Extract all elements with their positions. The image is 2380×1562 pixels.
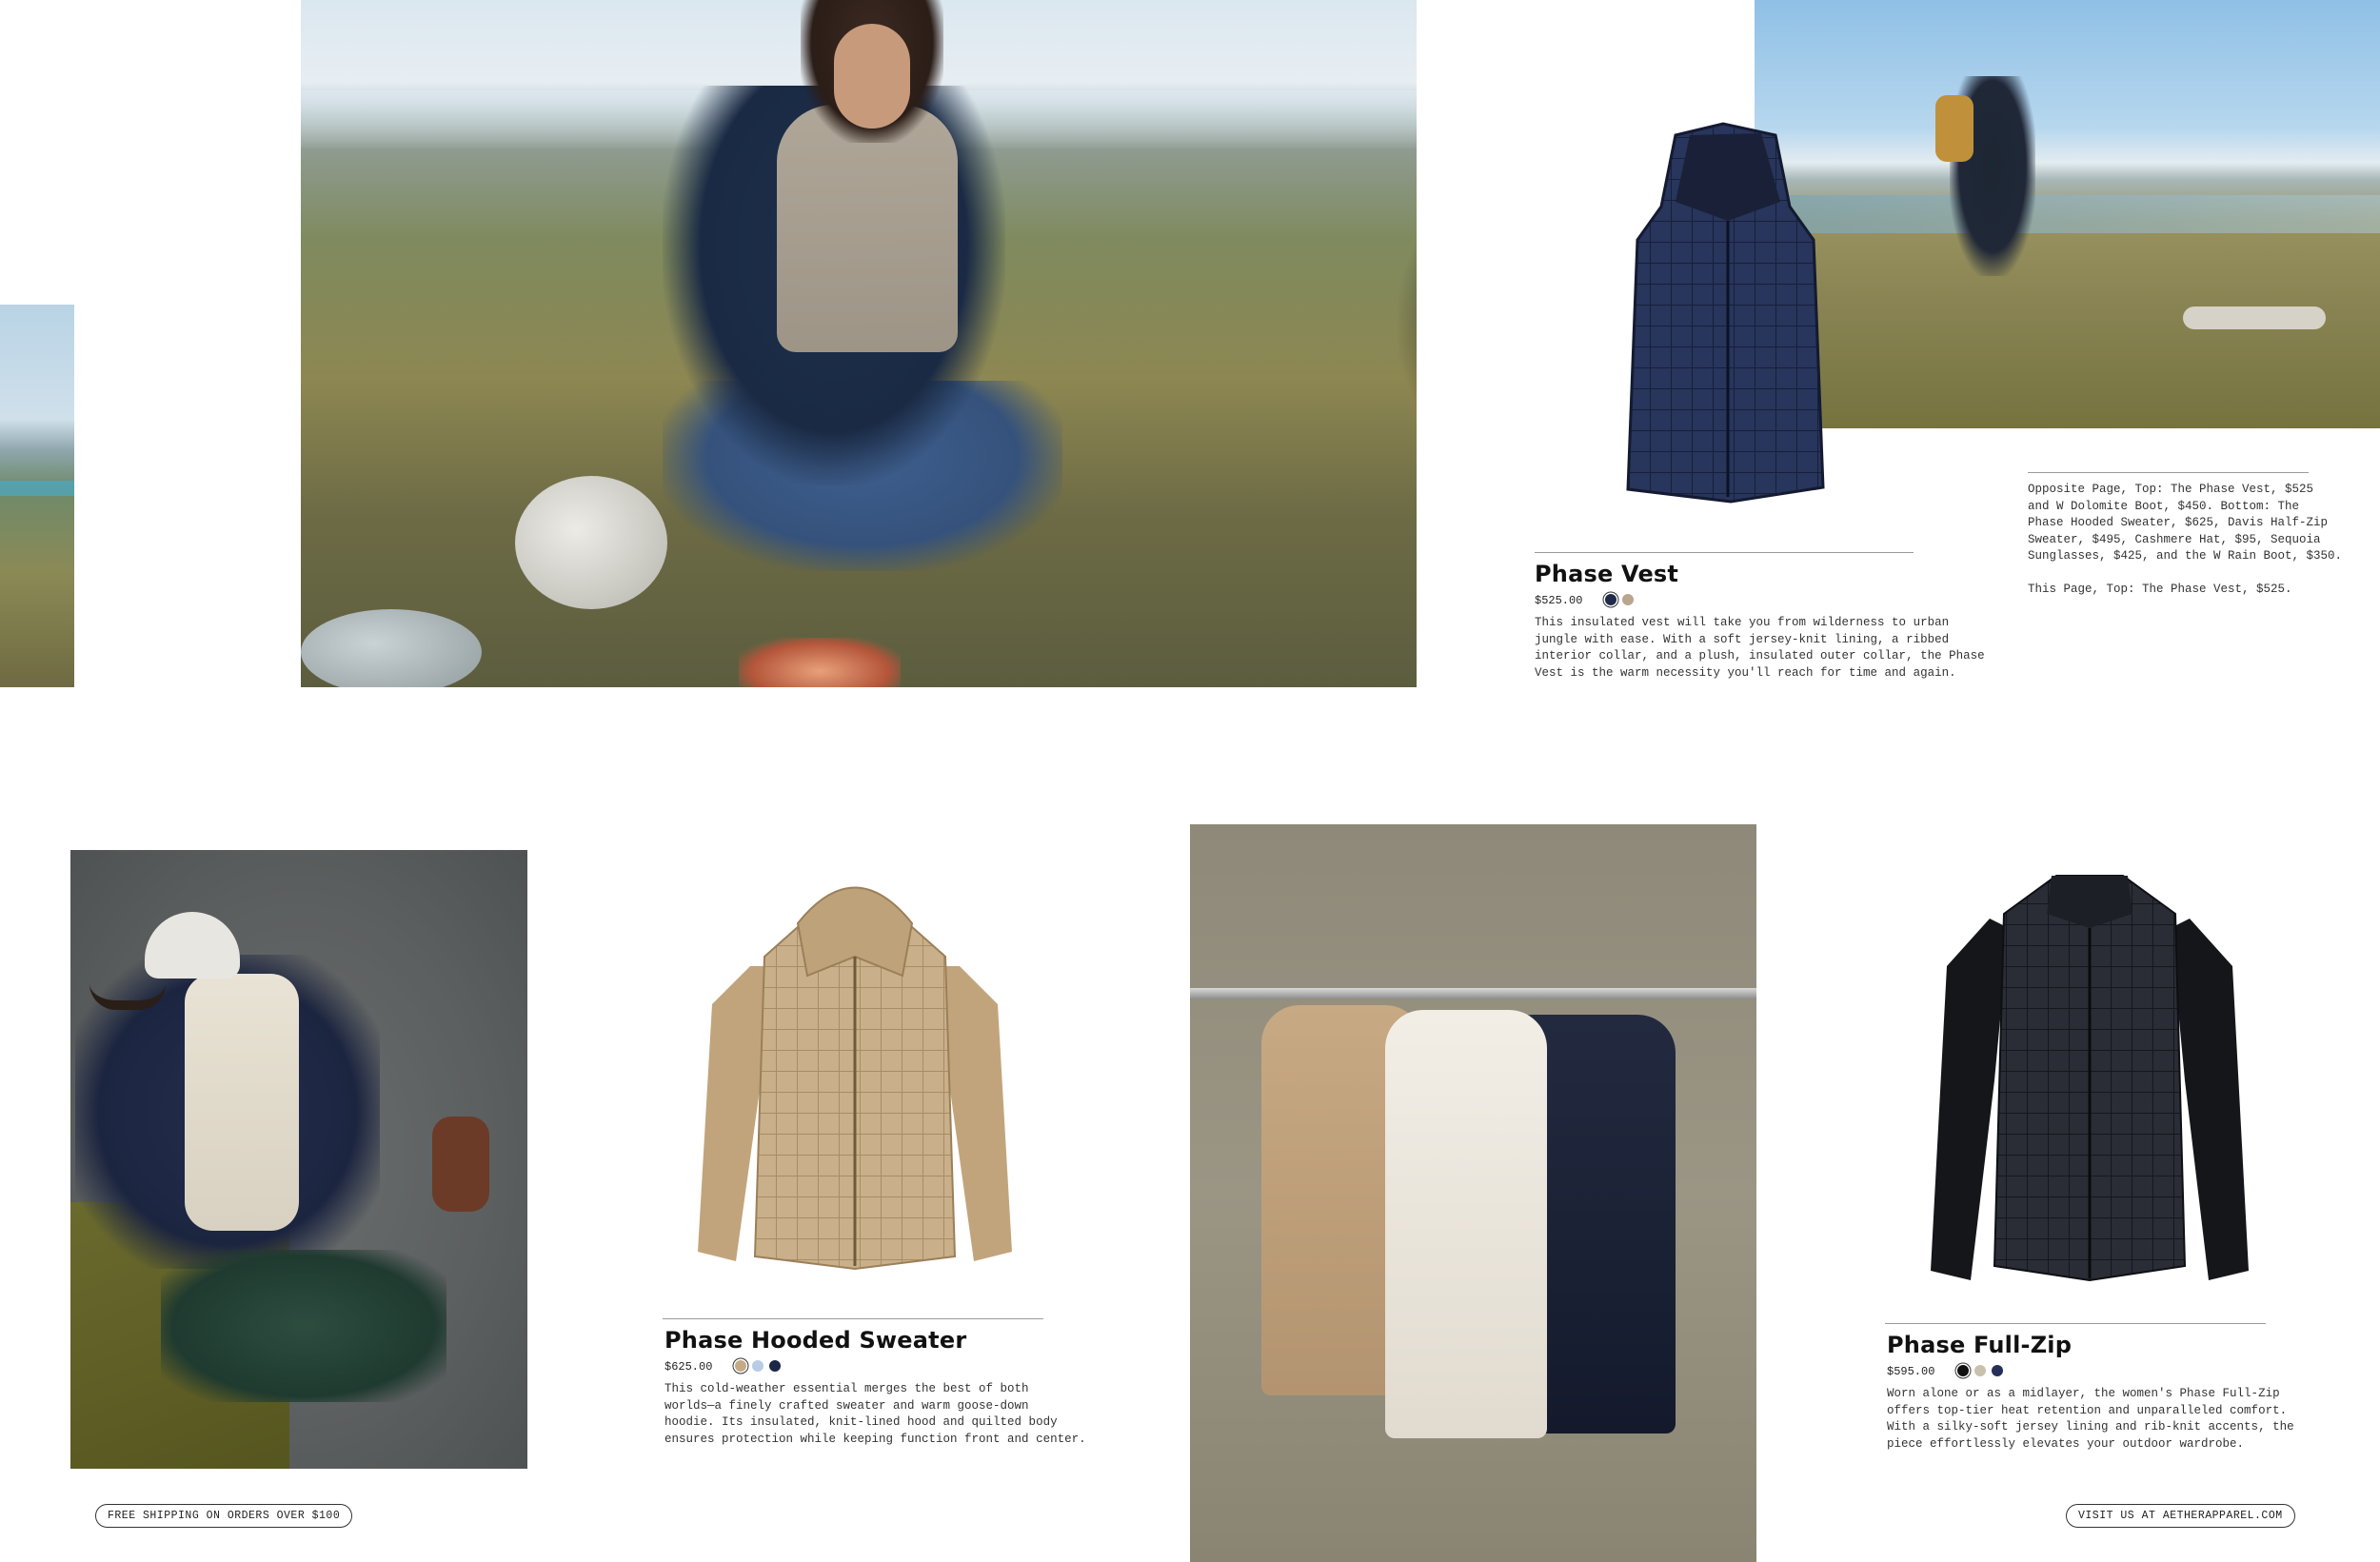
color-swatches-phase-full-zip <box>1957 1365 2003 1376</box>
fullzip-graphic <box>1931 875 2249 1282</box>
swatch-navy[interactable] <box>1605 594 1616 605</box>
product-price-phase-vest: $525.00 <box>1535 594 1583 607</box>
hoodie-graphic <box>698 886 1012 1271</box>
divider-phase-hooded-sweater <box>663 1318 1043 1319</box>
hero-photo-woman-lighting-match <box>301 0 1417 687</box>
product-price-phase-hooded-sweater: $625.00 <box>664 1360 713 1374</box>
phase-vest-image[interactable] <box>1609 116 1842 508</box>
landscape-photo-sliver <box>0 305 74 687</box>
hiker-photo <box>1755 0 2380 428</box>
photo-caption: Opposite Page, Top: The Phase Vest, $525… <box>2028 483 2343 596</box>
divider-phase-vest <box>1535 552 1914 553</box>
product-name-phase-full-zip[interactable]: Phase Full-Zip <box>1887 1332 2072 1358</box>
product-price-phase-full-zip: $595.00 <box>1887 1365 1935 1378</box>
divider-phase-full-zip <box>1885 1323 2266 1324</box>
product-description-phase-hooded-sweater: This cold-weather essential merges the b… <box>664 1382 1086 1446</box>
swatch-black[interactable] <box>1957 1365 1969 1376</box>
flatlay-outfit-photo <box>70 850 527 1469</box>
visit-website-link[interactable]: VISIT US AT AETHERAPPAREL.COM <box>2066 1504 2295 1528</box>
swatch-navy[interactable] <box>769 1360 781 1372</box>
swatch-tan[interactable] <box>1622 594 1634 605</box>
product-description-phase-full-zip: Worn alone or as a midlayer, the women's… <box>1887 1387 2294 1451</box>
divider-caption <box>2028 472 2309 473</box>
swatch-stone[interactable] <box>1974 1365 1986 1376</box>
phase-hooded-sweater-image[interactable] <box>693 861 1017 1271</box>
product-description-phase-vest: This insulated vest will take you from w… <box>1535 616 1985 680</box>
phase-full-zip-image[interactable] <box>1923 861 2256 1285</box>
clothing-rack-photo <box>1190 824 1756 1562</box>
color-swatches-phase-hooded-sweater <box>735 1360 781 1372</box>
product-name-phase-hooded-sweater[interactable]: Phase Hooded Sweater <box>664 1327 966 1354</box>
free-shipping-badge[interactable]: FREE SHIPPING ON ORDERS OVER $100 <box>95 1504 353 1528</box>
vest-graphic <box>1626 122 1825 504</box>
swatch-navy[interactable] <box>1992 1365 2003 1376</box>
product-name-phase-vest[interactable]: Phase Vest <box>1535 561 1678 587</box>
color-swatches-phase-vest <box>1605 594 1634 605</box>
swatch-light-blue[interactable] <box>752 1360 764 1372</box>
swatch-tan[interactable] <box>735 1360 746 1372</box>
